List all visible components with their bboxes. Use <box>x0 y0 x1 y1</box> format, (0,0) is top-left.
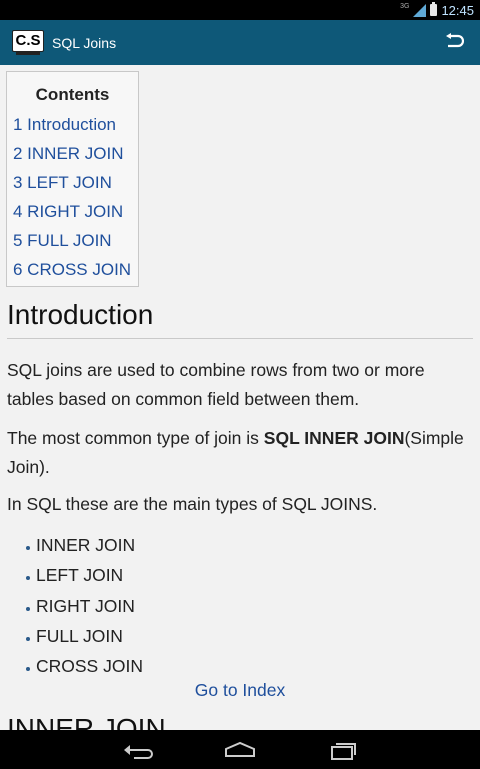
section-heading: Introduction <box>7 299 154 330</box>
toc-list: 1 Introduction 2 INNER JOIN 3 LEFT JOIN … <box>13 110 138 284</box>
status-icons: 3G 12:45 <box>400 0 474 20</box>
common-join-text: The most common type of join is <box>7 428 264 448</box>
network-type-label: 3G <box>400 2 410 10</box>
next-section-heading: INNER JOIN <box>7 713 166 730</box>
back-button[interactable] <box>442 30 466 54</box>
app-logo-base <box>16 50 40 55</box>
recent-apps-icon <box>331 743 356 760</box>
list-item-text: LEFT JOIN <box>36 565 124 586</box>
system-nav-bar <box>0 730 480 769</box>
nav-recent-apps-button[interactable] <box>326 738 360 762</box>
undo-back-icon <box>446 33 464 48</box>
list-item: CROSS JOIN <box>26 651 143 681</box>
common-join-paragraph: The most common type of join is SQL INNE… <box>7 424 473 482</box>
list-item-text: RIGHT JOIN <box>36 595 135 616</box>
bullet-icon <box>26 637 30 642</box>
bullet-icon <box>26 667 30 672</box>
join-types-list: INNER JOIN LEFT JOIN RIGHT JOIN FULL JOI… <box>26 530 143 681</box>
app-logo-text: C.S <box>12 29 44 52</box>
back-icon <box>124 745 153 759</box>
app-logo-icon[interactable]: C.S <box>12 29 44 56</box>
bullet-icon <box>26 576 30 581</box>
list-item-text: INNER JOIN <box>36 535 136 555</box>
list-item: RIGHT JOIN <box>26 591 143 621</box>
toc-link-left-join[interactable]: 3 LEFT JOIN <box>13 168 138 197</box>
toc-link-right-join[interactable]: 4 RIGHT JOIN <box>13 197 138 226</box>
go-to-index-link[interactable]: Go to Index <box>0 680 480 701</box>
battery-icon <box>430 2 438 16</box>
nav-home-button[interactable] <box>223 738 257 762</box>
table-of-contents: Contents 1 Introduction 2 INNER JOIN 3 L… <box>6 71 139 287</box>
nav-back-button[interactable] <box>120 738 154 762</box>
common-join-bold: SQL INNER JOIN <box>263 428 405 448</box>
signal-icon <box>413 3 427 17</box>
page-title: SQL Joins <box>52 34 117 51</box>
action-bar: C.S SQL Joins <box>0 20 480 65</box>
toc-link-introduction[interactable]: 1 Introduction <box>13 110 138 139</box>
status-bar: 3G 12:45 <box>0 0 480 20</box>
status-clock: 12:45 <box>441 2 474 18</box>
article-content[interactable]: Contents 1 Introduction 2 INNER JOIN 3 L… <box>0 65 480 730</box>
list-item: LEFT JOIN <box>26 560 143 590</box>
intro-paragraph: SQL joins are used to combine rows from … <box>7 360 425 409</box>
toc-link-full-join[interactable]: 5 FULL JOIN <box>13 226 138 255</box>
list-item: FULL JOIN <box>26 621 143 651</box>
bullet-icon <box>26 606 30 611</box>
join-types-paragraph: In SQL these are the main types of SQL J… <box>7 494 378 514</box>
bullet-icon <box>26 546 30 551</box>
heading-divider <box>7 338 473 339</box>
home-icon <box>225 741 255 757</box>
toc-title: Contents <box>35 85 110 104</box>
toc-link-inner-join[interactable]: 2 INNER JOIN <box>13 139 138 168</box>
list-item: INNER JOIN <box>26 530 143 560</box>
toc-link-cross-join[interactable]: 6 CROSS JOIN <box>13 255 138 284</box>
list-item-text: FULL JOIN <box>36 625 123 646</box>
list-item-text: CROSS JOIN <box>36 656 143 677</box>
